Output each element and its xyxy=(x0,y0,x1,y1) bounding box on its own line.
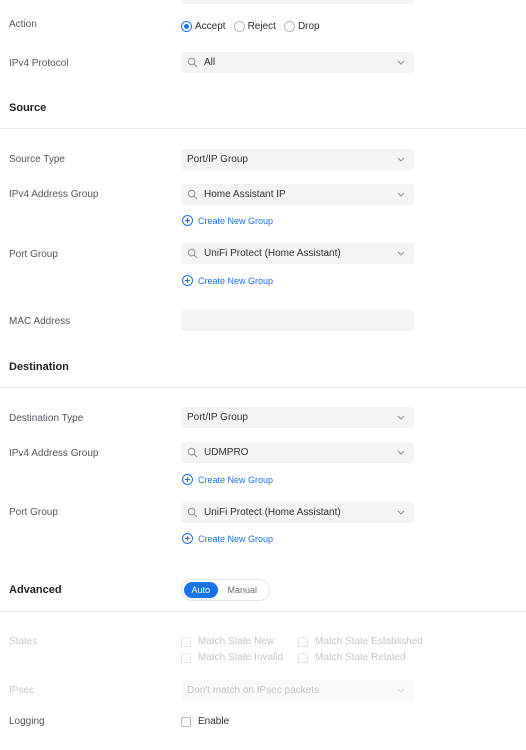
action-drop-radio[interactable]: Drop xyxy=(283,21,320,32)
source-port-group-select[interactable]: UniFi Protect (Home Assistant) xyxy=(181,243,414,264)
source-create-port-group-link[interactable]: Create New Group xyxy=(182,275,273,286)
destination-section-title: Destination xyxy=(9,361,69,373)
radio-unselected-icon xyxy=(283,21,295,32)
advanced-mode-toggle: Auto Manual xyxy=(181,579,270,601)
create-group-label: Create New Group xyxy=(198,275,274,286)
radio-unselected-icon xyxy=(233,21,245,32)
match-state-established-label: Match State Established xyxy=(315,636,423,647)
checkbox-icon xyxy=(298,652,308,663)
action-accept-radio[interactable]: Accept xyxy=(181,21,226,32)
plus-circle-icon xyxy=(182,215,193,226)
match-state-related-label: Match State Related xyxy=(315,652,406,663)
action-drop-label: Drop xyxy=(297,21,320,32)
search-icon xyxy=(187,57,198,68)
create-group-label: Create New Group xyxy=(198,533,274,544)
source-address-group-label: IPv4 Address Group xyxy=(9,189,99,200)
advanced-section-title: Advanced xyxy=(9,584,62,596)
destination-divider xyxy=(0,387,526,388)
source-port-group-value: UniFi Protect (Home Assistant) xyxy=(204,248,341,259)
logging-enable-label: Enable xyxy=(198,716,230,727)
advanced-divider xyxy=(0,611,526,612)
chevron-down-icon xyxy=(397,688,405,693)
match-state-invalid-checkbox[interactable]: Match State Invalid xyxy=(181,652,283,663)
source-address-group-select[interactable]: Home Assistant IP xyxy=(181,184,414,205)
source-section-title: Source xyxy=(9,102,47,114)
plus-circle-icon xyxy=(182,275,193,286)
search-icon xyxy=(187,507,198,518)
top-partial-field[interactable] xyxy=(181,0,414,4)
ipv4-protocol-label: IPv4 Protocol xyxy=(9,58,69,69)
destination-create-port-group-link[interactable]: Create New Group xyxy=(182,533,273,544)
destination-address-group-select[interactable]: UDMPRO xyxy=(181,442,414,463)
source-type-label: Source Type xyxy=(9,154,65,165)
destination-type-select[interactable]: Port/IP Group xyxy=(181,407,414,428)
destination-type-value: Port/IP Group xyxy=(187,412,248,423)
action-radio-group: Accept Reject Drop xyxy=(181,21,328,32)
destination-port-group-value: UniFi Protect (Home Assistant) xyxy=(204,507,341,518)
plus-circle-icon xyxy=(182,474,193,485)
match-state-new-label: Match State New xyxy=(198,636,275,647)
mac-address-label: MAC Address xyxy=(9,316,71,327)
action-accept-label: Accept xyxy=(195,21,226,32)
action-reject-label: Reject xyxy=(247,21,276,32)
ipv4-protocol-select[interactable]: All xyxy=(181,52,414,73)
radio-selected-icon xyxy=(181,21,192,32)
checkbox-icon xyxy=(181,652,191,663)
match-state-established-checkbox[interactable]: Match State Established xyxy=(298,636,423,647)
action-label: Action xyxy=(9,19,37,30)
chevron-down-icon xyxy=(397,510,405,515)
destination-type-label: Destination Type xyxy=(9,413,84,424)
search-icon xyxy=(187,248,198,259)
match-state-new-checkbox[interactable]: Match State New xyxy=(181,636,274,647)
source-divider xyxy=(0,128,526,129)
advanced-manual-option[interactable]: Manual xyxy=(218,582,267,598)
match-state-invalid-label: Match State Invalid xyxy=(198,652,284,663)
chevron-down-icon xyxy=(397,157,405,162)
ipsec-label: IPsec xyxy=(9,685,35,696)
destination-port-group-label: Port Group xyxy=(9,507,58,518)
chevron-down-icon xyxy=(397,415,405,420)
states-label: States xyxy=(9,636,38,647)
create-group-label: Create New Group xyxy=(198,215,274,226)
plus-circle-icon xyxy=(182,533,193,544)
logging-enable-checkbox[interactable]: Enable xyxy=(181,716,229,727)
search-icon xyxy=(187,447,198,458)
source-type-select[interactable]: Port/IP Group xyxy=(181,149,414,170)
create-group-label: Create New Group xyxy=(198,474,274,485)
checkbox-icon xyxy=(298,636,308,647)
match-state-related-checkbox[interactable]: Match State Related xyxy=(298,652,406,663)
chevron-down-icon xyxy=(397,450,405,455)
source-port-group-label: Port Group xyxy=(9,249,58,260)
destination-create-address-group-link[interactable]: Create New Group xyxy=(182,474,273,485)
destination-port-group-select[interactable]: UniFi Protect (Home Assistant) xyxy=(181,502,414,523)
checkbox-icon xyxy=(181,716,191,727)
logging-label: Logging xyxy=(9,716,45,727)
destination-address-group-value: UDMPRO xyxy=(204,447,249,458)
chevron-down-icon xyxy=(397,192,405,197)
action-reject-radio[interactable]: Reject xyxy=(233,21,276,32)
destination-address-group-label: IPv4 Address Group xyxy=(9,448,99,459)
source-address-group-value: Home Assistant IP xyxy=(204,189,286,200)
chevron-down-icon xyxy=(397,60,405,65)
mac-address-input[interactable] xyxy=(181,310,414,331)
chevron-down-icon xyxy=(397,251,405,256)
search-icon xyxy=(187,189,198,200)
checkbox-icon xyxy=(181,636,191,647)
source-create-address-group-link[interactable]: Create New Group xyxy=(182,215,273,226)
advanced-auto-option[interactable]: Auto xyxy=(184,582,218,598)
source-type-value: Port/IP Group xyxy=(187,154,248,165)
ipsec-value: Don't match on IPsec packets xyxy=(187,685,319,696)
ipv4-protocol-value: All xyxy=(204,57,216,68)
ipsec-select[interactable]: Don't match on IPsec packets xyxy=(181,680,414,701)
